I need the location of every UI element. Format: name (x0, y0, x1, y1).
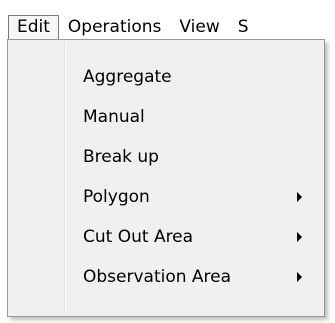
chevron-right-icon (297, 192, 302, 202)
menu-item-label: Aggregate (83, 67, 172, 87)
menu-bar: Edit Operations View S (0, 0, 335, 40)
menu-item-label: Manual (83, 107, 145, 127)
chevron-right-icon (297, 272, 302, 282)
menu-item-label: Observation Area (83, 267, 232, 287)
menubar-item-operations[interactable]: Operations (59, 15, 170, 40)
menu-item-label: Polygon (83, 187, 150, 207)
menu-item-aggregate[interactable]: Aggregate (8, 57, 324, 97)
menubar-item-view[interactable]: View (170, 15, 228, 40)
menu-item-break-up[interactable]: Break up (8, 137, 324, 177)
menu-item-manual[interactable]: Manual (8, 97, 324, 137)
menu-item-label: Cut Out Area (83, 227, 194, 247)
menu-items: Aggregate Manual Break up Polygon Cut Ou… (8, 57, 324, 297)
menubar-item-partial[interactable]: S (229, 15, 258, 40)
menu-item-observation-area[interactable]: Observation Area (8, 257, 324, 297)
edit-dropdown-menu: Aggregate Manual Break up Polygon Cut Ou… (7, 39, 325, 317)
chevron-right-icon (297, 232, 302, 242)
menu-item-label: Break up (83, 147, 159, 167)
menu-item-polygon[interactable]: Polygon (8, 177, 324, 217)
menu-item-cut-out-area[interactable]: Cut Out Area (8, 217, 324, 257)
menubar-item-edit[interactable]: Edit (8, 15, 59, 40)
